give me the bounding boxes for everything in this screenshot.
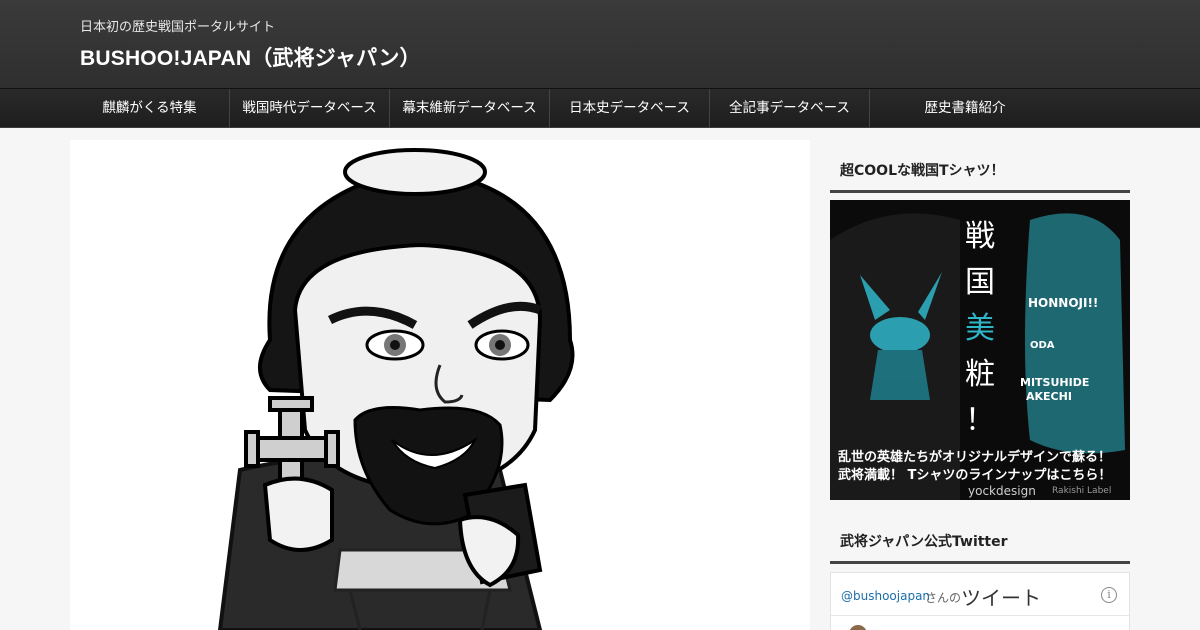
tshirt-banner[interactable]: 戦 国 美 粧 ！ HONNOJI!! ODA MITSUHIDE AKECHI… [830,200,1130,500]
banner-word: ODA [1030,340,1055,351]
info-icon[interactable]: i [1101,587,1117,603]
banner-credit: yockdesign [968,484,1036,498]
twitter-timeline: @bushoojapan さんの ツイート i [830,572,1130,630]
site-title-link[interactable]: BUSHOO!JAPAN（武将ジャパン） [80,42,421,72]
site-tagline: 日本初の歴史戦国ポータルサイト [80,20,276,35]
nav-item-nihonshi-db[interactable]: 日本史データベース [550,89,709,128]
sidebar: 超COOLな戦国Tシャツ！ [830,140,1130,193]
banner-word: HONNOJI!! [1028,296,1099,310]
nav-item-sengoku-db[interactable]: 戦国時代データベース [230,89,389,128]
nav-item-books[interactable]: 歴史書籍紹介 [870,89,1060,128]
twitter-divider [831,615,1129,616]
avatar[interactable] [849,625,867,630]
twitter-tweets-heading: ツイート [961,586,1041,610]
nav-filler [1060,89,1200,128]
nav-item-kirin[interactable]: 麒麟がくる特集 [70,89,229,128]
nav-item-all-articles-db[interactable]: 全記事データベース [710,89,869,128]
twitter-san-label: さんの [925,591,962,605]
twitter-handle-link[interactable]: @bushoojapan [841,589,930,603]
nav-item-bakumatsu-db[interactable]: 幕末維新データベース [390,89,549,128]
banner-credit-label: Rakishi Label [1052,486,1112,496]
banner-line-1: 乱世の英雄たちがオリジナルデザインで蘇る！ [838,450,1112,465]
site-header: 日本初の歴史戦国ポータルサイト BUSHOO!JAPAN（武将ジャパン） [0,0,1200,88]
missionary-illustration [217,148,575,630]
global-nav: 麒麟がくる特集 戦国時代データベース 幕末維新データベース 日本史データベース … [0,88,1200,128]
article-featured-image[interactable] [70,140,810,630]
twitter-widget-title: 武将ジャパン公式Twitter [830,520,1130,564]
banner-vertical-title: 戦 国 美 粧 ！ [965,219,995,438]
banner-word: MITSUHIDE [1020,376,1090,389]
tshirt-widget-title: 超COOLな戦国Tシャツ！ [830,140,1130,193]
banner-word: AKECHI [1026,390,1072,403]
banner-line-2: 武将満載！ Tシャツのラインナップはこちら！ [838,468,1112,483]
